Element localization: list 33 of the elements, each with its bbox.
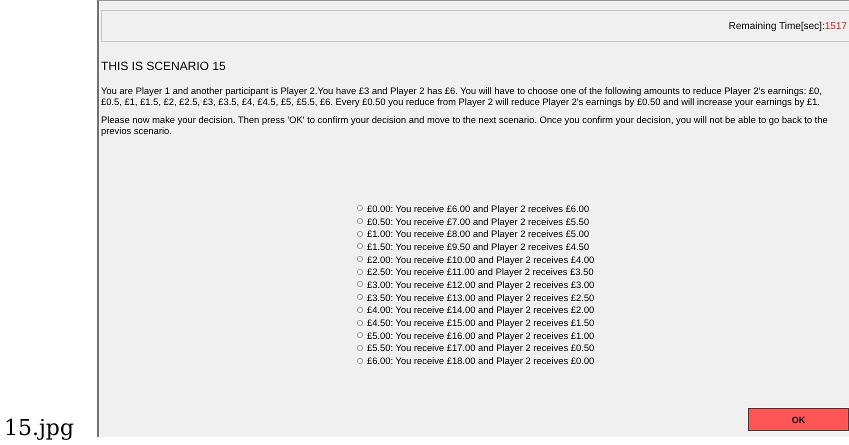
option-label[interactable]: £4.00: You receive £14.00 and Player 2 receives £2.00 [367, 304, 594, 316]
timer-label: Remaining Time[sec]: [728, 20, 825, 32]
option-label[interactable]: £0.50: You receive £7.00 and Player 2 receives £5.50 [367, 216, 590, 227]
radio-button[interactable] [357, 256, 363, 262]
image-caption: 15.jpg [3, 416, 75, 443]
option-label[interactable]: £4.50: You receive £15.00 and Player 2 receives £1.50 [367, 317, 594, 328]
option-label[interactable]: £1.50: You receive £9.50 and Player 2 receives £4.50 [367, 240, 590, 252]
option-label[interactable]: £6.00: You receive £18.00 and Player 2 receives £0.00 [367, 355, 594, 366]
radio-button[interactable] [357, 205, 363, 212]
radio-button[interactable] [357, 344, 363, 351]
radio-button[interactable] [357, 243, 363, 250]
radio-button[interactable] [357, 332, 363, 338]
option-label[interactable]: £2.00: You receive £10.00 and Player 2 receives £4.00 [367, 254, 594, 265]
option-label[interactable]: £0.00: You receive £6.00 and Player 2 receives £6.00 [367, 202, 590, 214]
scenario-title: THIS IS SCENARIO 15 [101, 59, 227, 73]
radio-button[interactable] [357, 281, 363, 288]
radio-button[interactable] [357, 230, 363, 237]
radio-button[interactable] [357, 358, 363, 364]
radio-button[interactable] [357, 218, 363, 224]
instruction-paragraph: You are Player 1 and another participant is Player 2.You have £3 and Player 2 has £6. You will have to choose one of the following amounts to reduce Player 2's earnings: £0, £0.5, £1, £1.5, £2, £2.5, £3, £3.5, £4, £4.5, £5, £5.5, £6. Every £0.50 you reduce from Player 2 will reduce Player 2's earnings by £0.50 and will increase your earnings by £1. [101, 85, 823, 107]
ok-button[interactable]: OK [748, 408, 849, 431]
instruction-paragraph: Please now make your decision. Then press 'OK' to confirm your decision and move to the next scenario. Once you confirm your decision, you will not be able to go back to the previos scenario. [101, 114, 829, 136]
radio-button[interactable] [357, 294, 363, 300]
radio-button[interactable] [357, 306, 363, 313]
option-label[interactable]: £5.50: You receive £17.00 and Player 2 receives £0.50 [367, 342, 594, 354]
option-label[interactable]: £3.00: You receive £12.00 and Player 2 receives £3.00 [367, 278, 594, 290]
option-label[interactable]: £5.00: You receive £16.00 and Player 2 receives £1.00 [367, 330, 594, 341]
timer-value: 1517 [824, 20, 847, 32]
option-label[interactable]: £3.50: You receive £13.00 and Player 2 receives £2.50 [367, 292, 594, 303]
option-label[interactable]: £1.00: You receive £8.00 and Player 2 receives £5.00 [367, 228, 590, 240]
radio-button[interactable] [357, 268, 363, 275]
radio-button[interactable] [357, 320, 363, 326]
option-label[interactable]: £2.50: You receive £11.00 and Player 2 receives £3.50 [367, 266, 594, 278]
